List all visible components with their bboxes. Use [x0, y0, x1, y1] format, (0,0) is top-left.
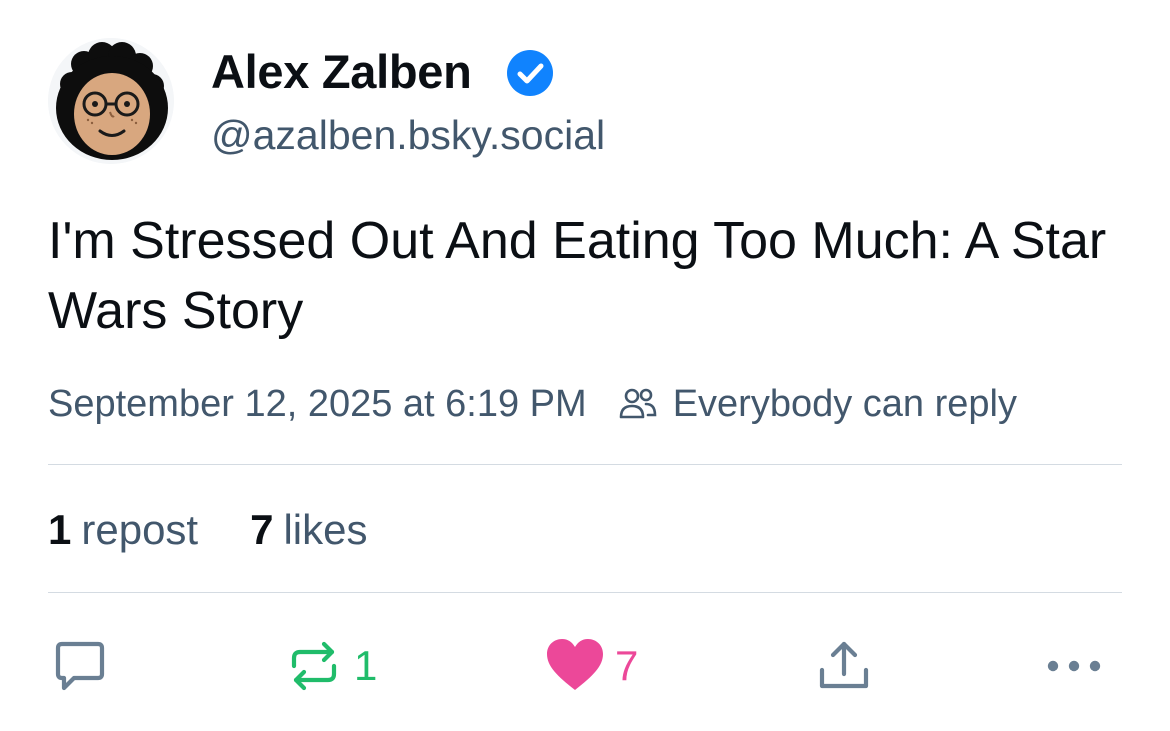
ellipsis-icon [1047, 660, 1101, 672]
author-display-name[interactable]: Alex Zalben [211, 44, 472, 100]
people-icon [619, 388, 656, 419]
reply-setting-label[interactable]: Everybody can reply [673, 380, 1017, 428]
reposts-stat[interactable]: 1 repost [48, 504, 198, 556]
verified-check-icon[interactable] [506, 49, 554, 97]
reply-button[interactable] [50, 636, 110, 696]
divider [48, 592, 1122, 593]
likes-count: 7 [250, 506, 274, 553]
like-button[interactable]: 7 [545, 636, 638, 696]
like-count: 7 [615, 642, 639, 689]
post-text: I'm Stressed Out And Eating Too Much: A … [48, 212, 1107, 340]
likes-label: likes [283, 506, 368, 553]
avatar[interactable] [48, 38, 174, 164]
divider [48, 464, 1122, 465]
repost-button[interactable]: 1 [284, 636, 377, 696]
repost-arrows-icon [291, 641, 337, 691]
reposts-label: repost [81, 506, 199, 553]
share-upload-icon [819, 641, 869, 689]
share-button[interactable] [814, 636, 874, 696]
likes-stat[interactable]: 7 likes [250, 504, 367, 556]
reposts-count: 1 [48, 506, 72, 553]
heart-icon [547, 639, 603, 690]
post-meta: September 12, 2025 at 6:19 PM Everybody … [48, 380, 1017, 428]
repost-count: 1 [354, 642, 378, 689]
engagement-stats: 1 repost 7 likes [48, 504, 419, 556]
author-handle[interactable]: @azalben.bsky.social [211, 110, 605, 160]
speech-bubble-icon [55, 641, 105, 691]
post-timestamp: September 12, 2025 at 6:19 PM [48, 383, 587, 425]
post-card: Alex Zalben @azalben.bsky.social I'm Str… [0, 0, 1170, 731]
avatar-illustration [48, 38, 174, 164]
more-options-button[interactable] [1044, 636, 1104, 696]
